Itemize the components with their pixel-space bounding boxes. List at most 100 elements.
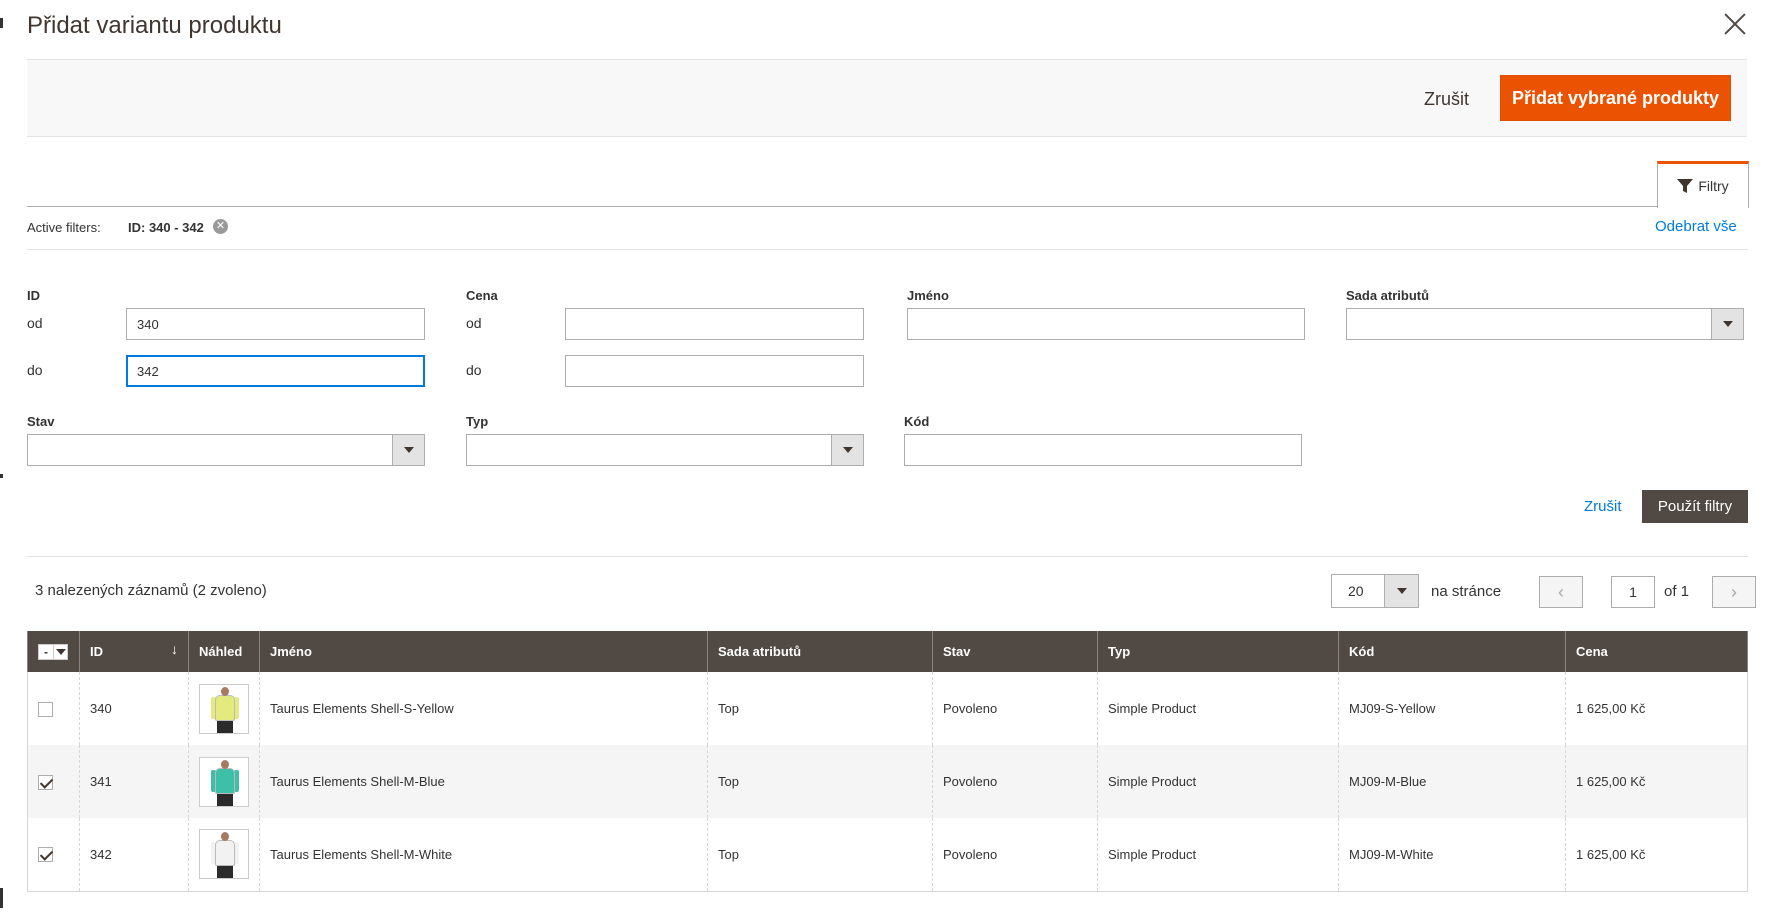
cell-name: Taurus Elements Shell-M-Blue [259,745,708,818]
cell-status: Povoleno [932,672,1098,745]
type-filter-select[interactable] [466,434,864,466]
name-filter-input[interactable] [907,308,1305,340]
chevron-down-icon [1711,309,1743,339]
filters-tab[interactable]: Filtry [1657,161,1749,208]
page-count: of 1 [1664,583,1690,600]
cell-attrset: Top [707,745,933,818]
per-page-label: na stránce [1431,583,1502,600]
left-edge-mark [0,18,3,28]
remove-filter-icon[interactable]: ✕ [213,219,228,234]
records-count: 3 nalezených záznamů (2 zvoleno) [35,582,267,599]
chevron-down-icon [1384,575,1418,607]
column-header-thumbnail: Náhled [188,631,260,672]
cell-price: 1 625,00 Kč [1565,672,1748,745]
cell-name: Taurus Elements Shell-M-White [259,818,708,892]
id-to-label: do [27,362,43,378]
cell-attrset: Top [707,818,933,892]
column-header-type[interactable]: Typ [1097,631,1339,672]
table-row[interactable]: 342 Taurus Elements Shell-M-White Top Povol… [27,818,1748,892]
filter-icon [1677,178,1694,193]
divider [27,249,1748,250]
row-checkbox[interactable] [38,847,53,863]
cell-sku: MJ09-S-Yellow [1338,672,1566,745]
cell-thumbnail [188,672,260,745]
per-page-value: 20 [1348,583,1364,599]
column-header-attrset[interactable]: Sada atributů [707,631,933,672]
column-header-status[interactable]: Stav [932,631,1098,672]
left-edge-mark [0,474,3,478]
sort-down-icon: ↓ [171,641,178,657]
page-number-input[interactable]: 1 [1611,576,1655,608]
mass-select-control[interactable]: - [38,643,68,660]
id-to-input[interactable] [126,355,425,387]
row-checkbox[interactable] [38,774,53,790]
cell-thumbnail [188,818,260,892]
sku-filter-label: Kód [904,414,930,429]
product-grid: - ID ↓ Náhled Jméno Sada atributů Stav Ty… [27,631,1748,892]
modal-action-bar [27,59,1747,137]
product-thumbnail [199,683,249,734]
filters-cancel-link[interactable]: Zrušit [1584,498,1622,515]
column-header-id[interactable]: ID ↓ [79,631,189,672]
product-thumbnail [199,829,249,880]
cell-select [27,672,80,745]
cell-sku: MJ09-M-White [1338,818,1566,892]
cell-type: Simple Product [1097,672,1339,745]
cell-price: 1 625,00 Kč [1565,818,1748,892]
column-header-price[interactable]: Cena [1565,631,1748,672]
cell-type: Simple Product [1097,745,1339,818]
cancel-button[interactable]: Zrušit [1410,80,1483,118]
chevron-down-icon [392,435,424,465]
cell-thumbnail [188,745,260,818]
modal-title: Přidat variantu produktu [27,12,282,39]
cell-sku: MJ09-M-Blue [1338,745,1566,818]
apply-filters-button[interactable]: Použít filtry [1642,490,1748,523]
close-icon[interactable] [1719,8,1751,40]
column-header-name[interactable]: Jméno [259,631,708,672]
id-from-label: od [27,315,43,331]
cell-id: 340 [79,672,189,745]
cell-type: Simple Product [1097,818,1339,892]
cell-id: 341 [79,745,189,818]
divider [27,556,1748,557]
id-filter-label: ID [27,288,40,303]
clear-all-filters-link[interactable]: Odebrat vše [1655,218,1737,235]
price-from-label: od [466,315,482,331]
price-to-label: do [466,362,482,378]
chevron-down-icon [53,644,67,659]
next-page-button[interactable]: › [1712,576,1756,608]
mass-select-state: - [44,644,48,659]
status-filter-label: Stav [27,414,55,429]
name-filter-label: Jméno [907,288,949,303]
active-filter-chip: ID: 340 - 342 [128,220,204,235]
table-row[interactable]: 340 Taurus Elements Shell-S-Yellow Top Povo… [27,672,1748,745]
previous-page-button[interactable]: ‹ [1539,576,1583,608]
mass-select-header: - [27,631,80,672]
cell-select [27,745,80,818]
attrset-filter-select[interactable] [1346,308,1744,340]
sku-filter-input[interactable] [904,434,1302,466]
cell-select [27,818,80,892]
cell-status: Povoleno [932,818,1098,892]
column-header-label: ID [90,644,103,659]
status-filter-select[interactable] [27,434,425,466]
price-to-input[interactable] [565,355,864,387]
filters-tab-label: Filtry [1698,178,1729,194]
type-filter-label: Typ [466,414,489,429]
cell-price: 1 625,00 Kč [1565,745,1748,818]
grid-body: 340 Taurus Elements Shell-S-Yellow Top Povo… [27,672,1748,892]
table-row[interactable]: 341 Taurus Elements Shell-M-Blue Top Povole… [27,745,1748,818]
price-from-input[interactable] [565,308,864,340]
add-selected-products-button[interactable]: Přidat vybrané produkty [1500,75,1731,121]
cell-name: Taurus Elements Shell-S-Yellow [259,672,708,745]
left-edge-mark [0,888,3,908]
id-from-input[interactable] [126,308,425,340]
cell-attrset: Top [707,672,933,745]
tab-divider [27,206,1658,207]
row-checkbox[interactable] [38,701,53,717]
column-header-sku[interactable]: Kód [1338,631,1566,672]
price-filter-label: Cena [466,288,498,303]
active-filters-label: Active filters: [27,220,101,235]
per-page-select[interactable]: 20 [1331,574,1419,608]
cell-status: Povoleno [932,745,1098,818]
